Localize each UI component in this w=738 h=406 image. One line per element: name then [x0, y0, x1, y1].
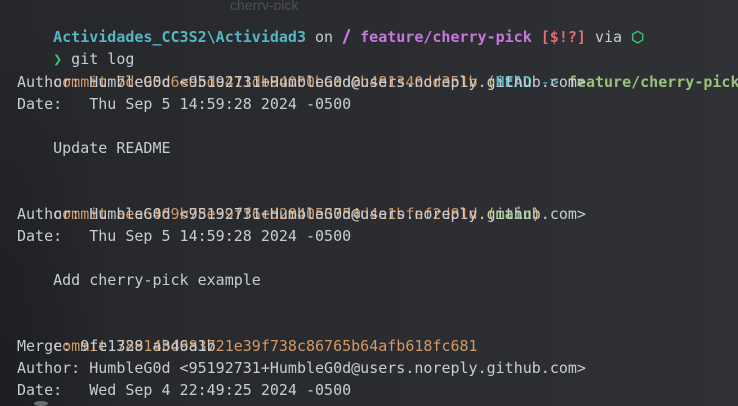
commit-header: commit aea6469b78e39ff6cd284053754d4a1bf… [17, 181, 541, 223]
commit-message: Add cherry-pick example [17, 271, 261, 289]
commit-author: Author: HumbleG0d <95192731+HumbleG0d@us… [17, 359, 586, 377]
commit-merge: Merge: 9fe1328 a346a1b [17, 337, 216, 355]
commit-author: Author: HumbleG0d <95192731+HumbleG0d@us… [17, 205, 586, 223]
nodejs-icon: ⬡ [631, 28, 645, 46]
commit-header: commit 7de95c6edbde411db94000baad0b48134… [17, 49, 738, 91]
commit-author: Author: HumbleG0d <95192731+HumbleG0d@us… [17, 73, 586, 91]
prompt-on-text: on [306, 28, 343, 46]
ref-name: feature/cherry-pick [567, 73, 738, 91]
commit-date: Date: Thu Sep 5 14:59:28 2024 -0500 [17, 227, 352, 245]
commit-date: Date: Wed Sep 4 22:49:25 2024 -0500 [17, 381, 352, 399]
git-branch-icon [342, 28, 351, 46]
commit-header: commit 78914bd983721e39f738c86765b64afb6… [17, 313, 477, 355]
cursor-hint [34, 401, 48, 406]
prompt-via-text: via [585, 28, 632, 46]
commit-date: Date: Thu Sep 5 14:59:28 2024 -0500 [17, 95, 352, 113]
prompt-git-status: [$!?] [531, 28, 586, 46]
prompt-branch-name: feature/cherry-pick [351, 28, 532, 46]
shell-prompt: Actividades_CC3S2\Actividad3 on feature/… [17, 4, 644, 46]
commit-message: Update README [17, 139, 171, 157]
terminal-window[interactable]: cherry-pick Actividades_CC3S2\Actividad3… [0, 0, 738, 406]
command-line[interactable]: ❯ git log [17, 26, 134, 68]
